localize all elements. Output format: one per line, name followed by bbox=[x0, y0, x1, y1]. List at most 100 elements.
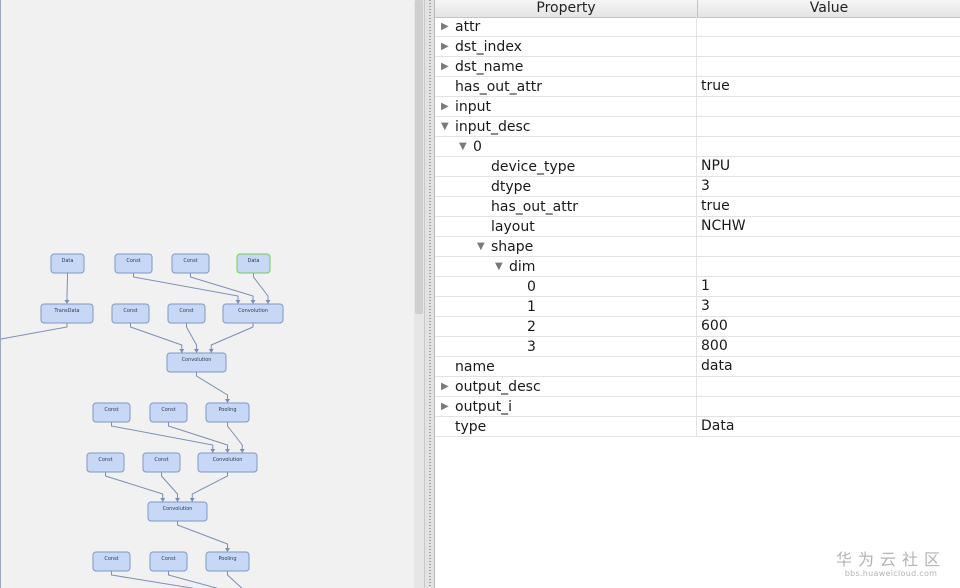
property-value: NCHW bbox=[701, 218, 746, 234]
graph-node[interactable]: Convolution bbox=[166, 352, 227, 373]
property-row[interactable]: 13 bbox=[435, 297, 960, 317]
property-row[interactable]: ▼ 0 bbox=[435, 137, 960, 157]
graph-node[interactable]: Convolution bbox=[197, 452, 258, 473]
graph-vertical-scrollbar[interactable] bbox=[414, 0, 424, 588]
property-label: type bbox=[455, 419, 487, 435]
graph-node-label: Data bbox=[62, 258, 74, 264]
graph-node-label: Convolution bbox=[238, 308, 268, 314]
expand-right-icon[interactable]: ▶ bbox=[441, 37, 449, 56]
graph-diagram[interactable]: Data Const Const Data TransData Const Const Con… bbox=[1, 0, 415, 588]
property-label: has_out_attr bbox=[455, 79, 542, 95]
property-cell: ▼ 0 bbox=[435, 137, 697, 156]
expand-down-icon[interactable]: ▼ bbox=[495, 257, 503, 276]
property-row[interactable]: ▶ attr bbox=[435, 17, 960, 37]
property-label: dtype bbox=[491, 179, 532, 195]
expand-right-icon[interactable]: ▶ bbox=[441, 397, 449, 416]
expand-right-icon[interactable]: ▶ bbox=[441, 17, 449, 36]
property-label: dim bbox=[509, 259, 536, 275]
graph-node[interactable]: Data bbox=[236, 253, 271, 274]
property-row[interactable]: layout NCHW bbox=[435, 217, 960, 237]
graph-node[interactable]: Pooling bbox=[205, 402, 250, 423]
graph-node-label: Const bbox=[179, 308, 193, 314]
edge-arrowhead bbox=[208, 349, 214, 353]
graph-node[interactable]: Convolution bbox=[147, 501, 208, 522]
graph-edge bbox=[210, 323, 254, 353]
graph-node[interactable]: Const bbox=[86, 452, 125, 473]
property-cell: ▼ shape bbox=[435, 237, 697, 256]
graph-edge bbox=[130, 323, 183, 353]
expand-right-icon[interactable]: ▶ bbox=[441, 97, 449, 116]
graph-node[interactable]: Data bbox=[50, 253, 85, 274]
graph-node-label: Pooling bbox=[218, 556, 236, 562]
graph-nodes: Data Const Const Data TransData Const Const Con… bbox=[40, 253, 284, 572]
graph-edge bbox=[1, 323, 68, 340]
property-label: 0 bbox=[473, 139, 482, 155]
graph-node[interactable]: Const bbox=[92, 551, 131, 572]
property-label: 3 bbox=[527, 339, 536, 355]
splitter-grip bbox=[429, 0, 431, 588]
graph-edge bbox=[196, 372, 228, 403]
graph-node[interactable]: Const bbox=[92, 402, 131, 423]
property-row[interactable]: ▶ dst_name bbox=[435, 57, 960, 77]
edge-arrowhead bbox=[175, 498, 180, 502]
property-row[interactable]: ▶ output_i bbox=[435, 397, 960, 417]
graph-edge bbox=[177, 521, 228, 552]
column-header-property[interactable]: Property bbox=[435, 0, 698, 17]
property-row[interactable]: has_out_attr true bbox=[435, 197, 960, 217]
property-cell: ▶ dst_name bbox=[435, 57, 697, 76]
pane-splitter[interactable] bbox=[424, 0, 435, 588]
expand-down-icon[interactable]: ▼ bbox=[459, 137, 467, 156]
expand-down-icon[interactable]: ▼ bbox=[477, 237, 485, 256]
property-label: has_out_attr bbox=[491, 199, 578, 215]
expand-down-icon[interactable]: ▼ bbox=[441, 117, 449, 136]
graph-edge bbox=[168, 422, 228, 453]
graph-node[interactable]: Const bbox=[171, 253, 210, 274]
property-row[interactable]: ▼ shape bbox=[435, 237, 960, 257]
property-value: NPU bbox=[701, 158, 731, 174]
graph-node[interactable]: TransData bbox=[40, 303, 94, 324]
graph-node-label: Const bbox=[154, 457, 168, 463]
expand-right-icon[interactable]: ▶ bbox=[441, 377, 449, 396]
expand-right-icon[interactable]: ▶ bbox=[441, 57, 449, 76]
property-label: output_i bbox=[455, 399, 513, 415]
graph-node[interactable]: Const bbox=[149, 402, 188, 423]
scrollbar-thumb[interactable] bbox=[415, 0, 423, 314]
graph-node-label: Const bbox=[98, 457, 112, 463]
column-header-value[interactable]: Value bbox=[698, 0, 960, 17]
property-row[interactable]: name data bbox=[435, 357, 960, 377]
property-row[interactable]: 2 600 bbox=[435, 317, 960, 337]
graph-node[interactable]: Pooling bbox=[205, 551, 250, 572]
graph-node-label: TransData bbox=[53, 308, 79, 314]
property-label: output_desc bbox=[455, 379, 541, 395]
property-row[interactable]: ▼ dim bbox=[435, 257, 960, 277]
property-row[interactable]: device_type NPU bbox=[435, 157, 960, 177]
property-label: 0 bbox=[527, 279, 536, 295]
graph-node[interactable]: Const bbox=[111, 303, 150, 324]
graph-node-label: Const bbox=[104, 407, 118, 413]
graph-edge bbox=[227, 422, 243, 453]
property-row[interactable]: dtype 3 bbox=[435, 177, 960, 197]
property-row[interactable]: 01 bbox=[435, 277, 960, 297]
property-cell: has_out_attr bbox=[435, 77, 697, 96]
graph-node[interactable]: Const bbox=[114, 253, 153, 274]
graph-node-label: Const bbox=[183, 258, 197, 264]
property-cell: name bbox=[435, 357, 697, 376]
property-cell: 2 bbox=[435, 317, 697, 336]
property-row[interactable]: ▶ dst_index bbox=[435, 37, 960, 57]
graph-node[interactable]: Convolution bbox=[222, 303, 284, 324]
property-row[interactable]: type Data bbox=[435, 417, 960, 437]
graph-node[interactable]: Const bbox=[149, 551, 188, 572]
graph-edge bbox=[227, 571, 243, 588]
property-row[interactable]: 3 800 bbox=[435, 337, 960, 357]
edge-arrowhead bbox=[225, 548, 230, 552]
property-row[interactable]: ▶ input bbox=[435, 97, 960, 117]
property-row[interactable]: ▶ output_desc bbox=[435, 377, 960, 397]
property-label: layout bbox=[491, 219, 535, 235]
graph-node-label: Const bbox=[104, 556, 118, 562]
graph-edge bbox=[253, 273, 269, 304]
property-row[interactable]: ▼ input_desc bbox=[435, 117, 960, 137]
graph-node[interactable]: Const bbox=[142, 452, 181, 473]
property-row[interactable]: has_out_attr true bbox=[435, 77, 960, 97]
graph-canvas[interactable]: Data Const Const Data TransData Const Const Con… bbox=[0, 0, 415, 588]
graph-node[interactable]: Const bbox=[167, 303, 206, 324]
